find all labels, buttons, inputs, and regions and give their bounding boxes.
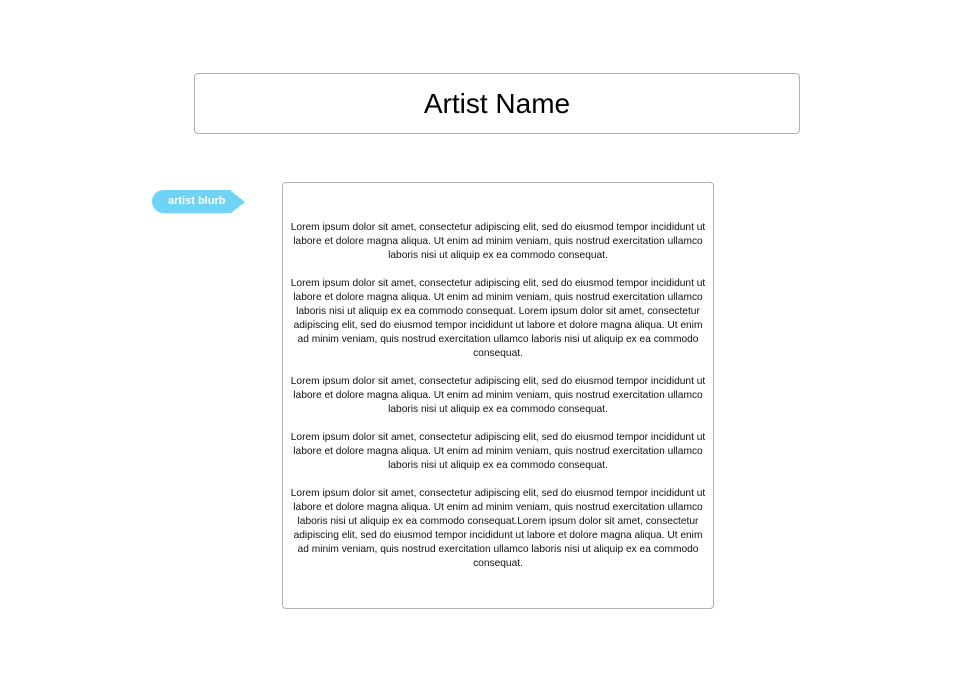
blurb-paragraph: Lorem ipsum dolor sit amet, consectetur …: [290, 432, 706, 471]
tag-arrow-icon: [231, 190, 246, 213]
artist-name-header: Artist Name: [194, 73, 800, 134]
blurb-paragraph: Lorem ipsum dolor sit amet, consectetur …: [290, 222, 706, 261]
artist-blurb-box: Lorem ipsum dolor sit amet, consectetur …: [282, 182, 714, 609]
blurb-paragraph: Lorem ipsum dolor sit amet, consectetur …: [290, 376, 706, 415]
blurb-paragraph: Lorem ipsum dolor sit amet, consectetur …: [290, 278, 706, 359]
artist-blurb-annotation-tag: artist blurb: [152, 190, 246, 213]
annotation-label: artist blurb: [152, 190, 232, 213]
blurb-paragraph: Lorem ipsum dolor sit amet, consectetur …: [290, 488, 706, 569]
artist-name-title: Artist Name: [423, 87, 571, 119]
page: Artist Name artist blurb Lorem ipsum dol…: [0, 0, 973, 683]
